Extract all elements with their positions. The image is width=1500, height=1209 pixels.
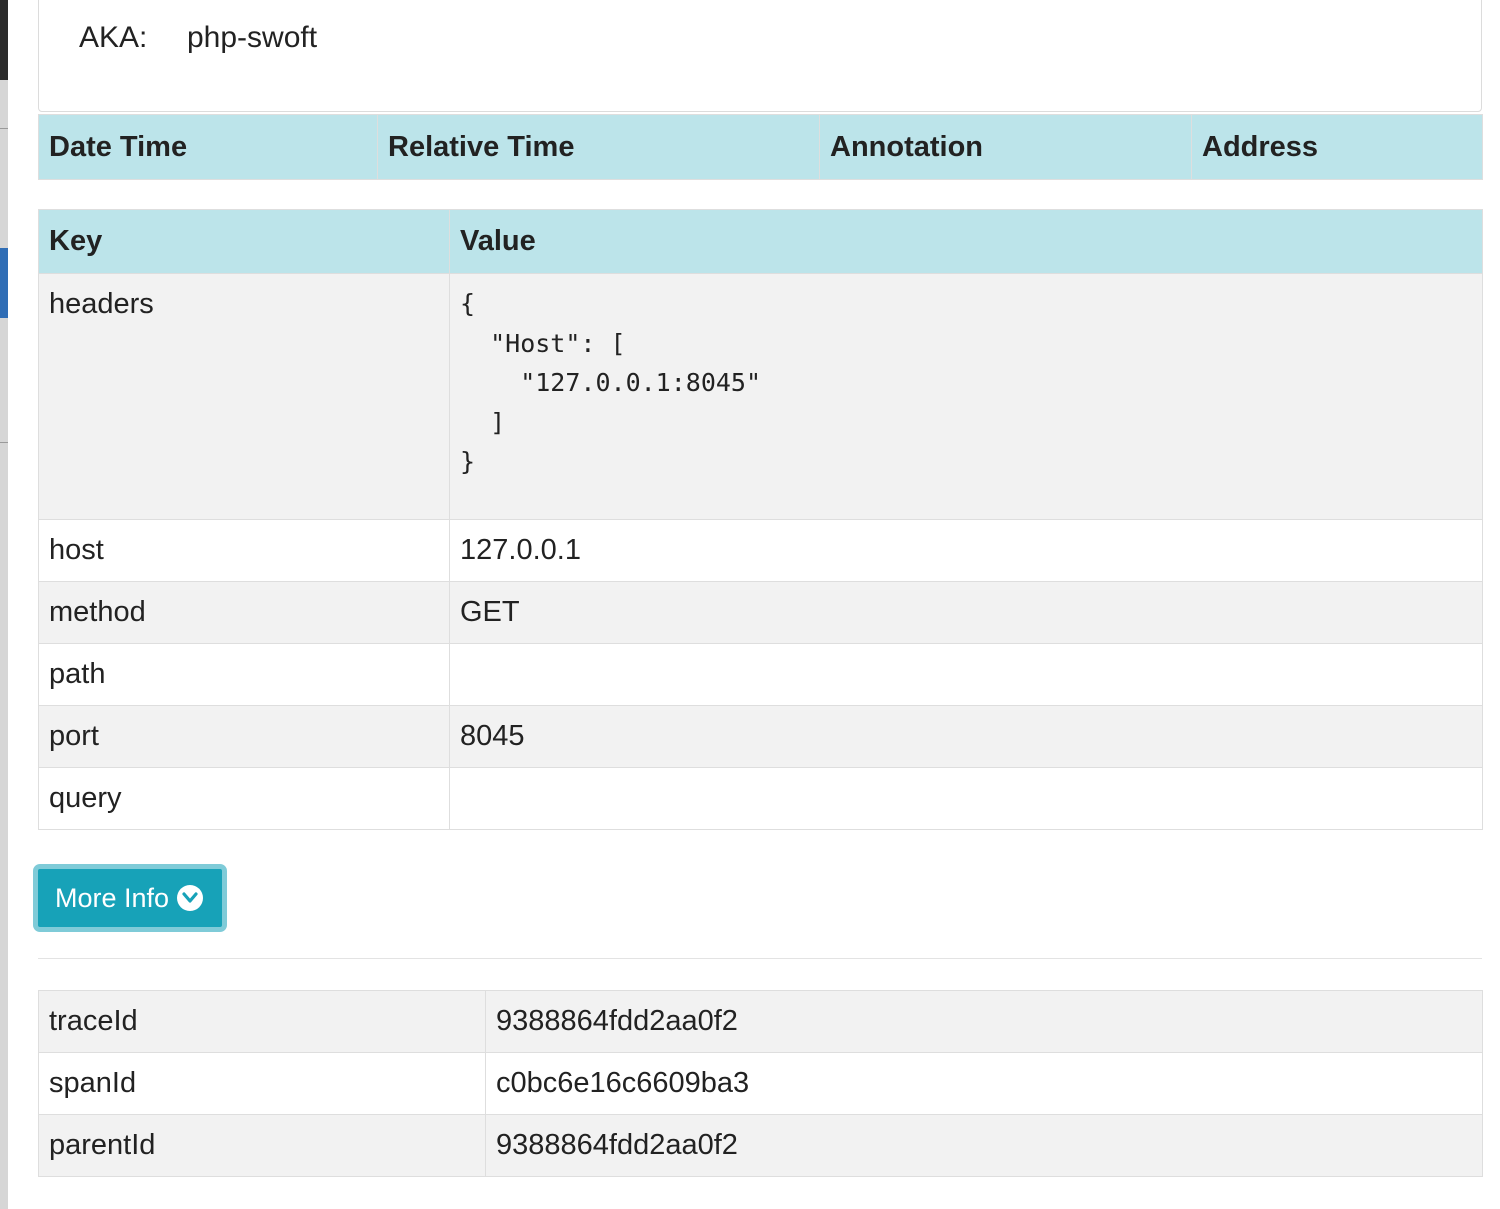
table-row: query	[38, 767, 1483, 830]
id-key: spanId	[38, 1052, 486, 1115]
tag-key: method	[38, 581, 450, 644]
tag-key: path	[38, 643, 450, 706]
ids-table: traceId 9388864fdd2aa0f2 spanId c0bc6e16…	[38, 990, 1483, 1177]
aka-value: php-swoft	[187, 21, 318, 54]
tag-value	[449, 643, 1483, 706]
column-header-address: Address	[1191, 114, 1483, 180]
chevron-circle-down-icon	[177, 885, 204, 911]
window-edge	[0, 0, 8, 1209]
tags-header-row: Key Value	[38, 209, 1483, 274]
table-row: headers { "Host": [ "127.0.0.1:8045" ] }	[38, 273, 1483, 520]
tag-value	[449, 767, 1483, 830]
section-divider	[38, 958, 1482, 959]
table-row: method GET	[38, 581, 1483, 644]
id-key: parentId	[38, 1114, 486, 1177]
column-header-value: Value	[449, 209, 1483, 274]
tag-key: headers	[38, 273, 450, 520]
annotations-header-row: Date Time Relative Time Annotation Addre…	[38, 114, 1483, 180]
tag-value: GET	[449, 581, 1483, 644]
id-key: traceId	[38, 990, 486, 1053]
tag-value: 8045	[449, 705, 1483, 768]
window-edge-dark	[0, 0, 8, 80]
tag-key: query	[38, 767, 450, 830]
tag-value: { "Host": [ "127.0.0.1:8045" ] }	[449, 273, 1483, 520]
aka-panel: AKA: php-swoft	[38, 0, 1482, 112]
window-edge-divider	[0, 442, 8, 443]
column-header-date-time: Date Time	[38, 114, 378, 180]
tag-value: 127.0.0.1	[449, 519, 1483, 582]
annotations-table: Date Time Relative Time Annotation Addre…	[38, 114, 1483, 180]
table-row: parentId 9388864fdd2aa0f2	[38, 1114, 1483, 1177]
more-info-label: More Info	[55, 882, 170, 913]
id-value: 9388864fdd2aa0f2	[485, 1114, 1483, 1177]
column-header-key: Key	[38, 209, 450, 274]
tag-value-json: { "Host": [ "127.0.0.1:8045" ] }	[460, 289, 762, 476]
tag-key: host	[38, 519, 450, 582]
more-info-button[interactable]: More Info	[33, 864, 227, 932]
window-edge-divider	[0, 128, 8, 129]
window-edge-highlight	[0, 248, 8, 318]
table-row: spanId c0bc6e16c6609ba3	[38, 1052, 1483, 1115]
aka-label: AKA:	[79, 21, 148, 54]
id-value: c0bc6e16c6609ba3	[485, 1052, 1483, 1115]
column-header-annotation: Annotation	[819, 114, 1192, 180]
column-header-relative-time: Relative Time	[377, 114, 820, 180]
table-row: path	[38, 643, 1483, 706]
tag-key: port	[38, 705, 450, 768]
table-row: traceId 9388864fdd2aa0f2	[38, 990, 1483, 1053]
table-row: host 127.0.0.1	[38, 519, 1483, 582]
tags-table: Key Value headers { "Host": [ "127.0.0.1…	[38, 209, 1483, 830]
id-value: 9388864fdd2aa0f2	[485, 990, 1483, 1053]
table-row: port 8045	[38, 705, 1483, 768]
